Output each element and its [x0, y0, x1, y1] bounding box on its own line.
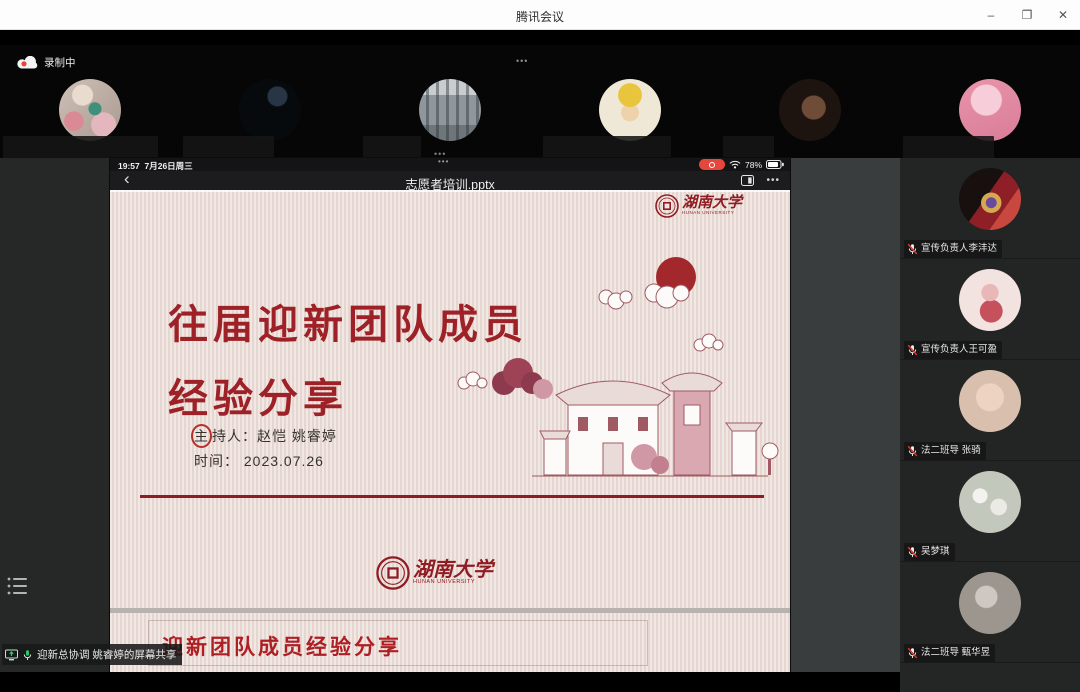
- slide-header-rule: [110, 190, 790, 192]
- bottom-bar: [0, 672, 900, 692]
- wifi-icon: [729, 160, 741, 169]
- video-strip: 迎新总协调 姚睿婷正在共享宣传负责人 徐格2105韩珉泽志愿者负责人 周可欣王家…: [0, 45, 1080, 158]
- slide-red-rule: [140, 495, 764, 498]
- seal-icon: [376, 556, 410, 590]
- recording-label: 录制中: [44, 55, 76, 70]
- avatar: [959, 370, 1021, 432]
- university-logo-bottom: 湖南大学 HUNAN UNIVERSITY: [376, 556, 493, 590]
- host-circle-annotation: 主: [191, 424, 212, 448]
- logo-zh: 湖南大学: [682, 196, 742, 211]
- date-line: 时间： 2023.07.26: [194, 451, 324, 471]
- participant-tile[interactable]: 法二班导 张骑: [900, 360, 1080, 461]
- cloud-record-icon: [16, 56, 38, 69]
- avatar: [239, 79, 301, 141]
- window-title: 腾讯会议: [0, 8, 1080, 25]
- participant-name: 法二班导 张骑: [921, 444, 981, 458]
- participant-tile[interactable]: 王家平: [720, 45, 900, 158]
- participant-tile[interactable]: 宣传负责人王可盈: [900, 259, 1080, 360]
- battery-percent: 78%: [745, 160, 762, 170]
- participant-tile[interactable]: 宣传负责人李沣达: [900, 158, 1080, 259]
- screen-share-banner: 迎新总协调 姚睿婷的屏幕共享: [2, 644, 182, 665]
- avatar: [959, 471, 1021, 533]
- participant-name-label: 法二班导 张骑: [904, 442, 986, 460]
- recording-indicator[interactable]: 录制中: [16, 55, 76, 70]
- mic-muted-icon: [907, 344, 918, 356]
- participant-name-label: 法二班导 甄华昱: [904, 644, 995, 662]
- mic-muted-icon: [907, 243, 918, 255]
- maximize-button[interactable]: ❐: [1018, 8, 1036, 22]
- screen-share-icon: [5, 649, 18, 661]
- slide-illustration: [448, 245, 788, 495]
- minimize-button[interactable]: –: [982, 8, 1000, 22]
- participant-tile[interactable]: 吴梦琪: [900, 461, 1080, 562]
- record-ring-icon: [709, 162, 715, 168]
- share-banner-label: 迎新总协调 姚睿婷的屏幕共享: [37, 647, 176, 662]
- slide-title-line2: 经验分享: [168, 366, 348, 424]
- university-logo-top: 湖南大学 HUNAN UNIVERSITY: [655, 194, 742, 218]
- participant-name: 法二班导 甄华昱: [921, 646, 990, 660]
- participant-tile[interactable]: 法二班导 甄华昱: [900, 562, 1080, 663]
- strip-more-dots[interactable]: •••: [516, 56, 528, 66]
- status-center-dots: •••: [438, 157, 449, 166]
- slideshow-icon[interactable]: [741, 175, 754, 186]
- avatar: [959, 168, 1021, 230]
- participant-tile[interactable]: 法五班导 李婧萱: [900, 45, 1080, 158]
- ipad-status-bar: 19:57 7月26日周三 ••• 78%: [110, 158, 790, 171]
- host-line: 主持人：赵恺 姚睿婷: [194, 424, 337, 448]
- participant-tile[interactable]: 宣传负责人 徐格: [180, 45, 360, 158]
- participant-tile[interactable]: 2105韩珉泽: [360, 45, 540, 158]
- slide-1: 湖南大学 HUNAN UNIVERSITY 往届迎新团队成员 经验分享 主持人：…: [110, 190, 790, 608]
- slide-list-icon[interactable]: [6, 575, 30, 597]
- participants-sidebar: 宣传负责人李沣达宣传负责人王可盈法二班导 张骑吴梦琪法二班导 甄华昱: [900, 158, 1080, 692]
- mic-on-icon: [22, 649, 33, 661]
- mic-muted-icon: [907, 445, 918, 457]
- viewer-nav-bar: ‹ 志愿者培训.pptx •••: [110, 171, 790, 190]
- battery-icon: [766, 160, 784, 169]
- participant-name-label: 宣传负责人王可盈: [904, 341, 1002, 359]
- shared-screen: 19:57 7月26日周三 ••• 78% ‹ 志愿者培训.p: [110, 158, 790, 672]
- participant-name: 宣传负责人王可盈: [921, 343, 997, 357]
- nav-more-dots[interactable]: •••: [766, 176, 780, 186]
- slide2-title: 迎新团队成员经验分享: [162, 631, 402, 661]
- title-bar: 腾讯会议 – ❐ ✕: [0, 0, 1080, 30]
- logo-en: HUNAN UNIVERSITY: [413, 580, 493, 586]
- seal-icon: [655, 194, 679, 218]
- participant-name-label: 宣传负责人李沣达: [904, 240, 1002, 258]
- close-button[interactable]: ✕: [1054, 8, 1072, 22]
- avatar: [959, 79, 1021, 141]
- stage-gap: [790, 158, 900, 672]
- meeting-window: 腾讯会议 – ❐ ✕ 迎新总协调 姚睿婷正在共享宣传负责人 徐格2105韩珉泽志…: [0, 0, 1080, 692]
- logo-en: HUNAN UNIVERSITY: [682, 211, 742, 216]
- avatar: [959, 269, 1021, 331]
- mic-muted-icon: [907, 647, 918, 659]
- participant-name: 吴梦琪: [921, 545, 950, 559]
- avatar: [599, 79, 661, 141]
- participant-name: 宣传负责人李沣达: [921, 242, 997, 256]
- participant-name-label: 吴梦琪: [904, 543, 955, 561]
- mic-muted-icon: [907, 546, 918, 558]
- avatar: [959, 572, 1021, 634]
- avatar: [419, 79, 481, 141]
- avatar: [779, 79, 841, 141]
- avatar: [59, 79, 121, 141]
- screen-record-pill[interactable]: [699, 159, 725, 170]
- logo-zh: 湖南大学: [413, 560, 493, 580]
- slide-2: 迎新团队成员经验分享: [110, 613, 790, 672]
- participant-tile[interactable]: 志愿者负责人 周可欣: [540, 45, 720, 158]
